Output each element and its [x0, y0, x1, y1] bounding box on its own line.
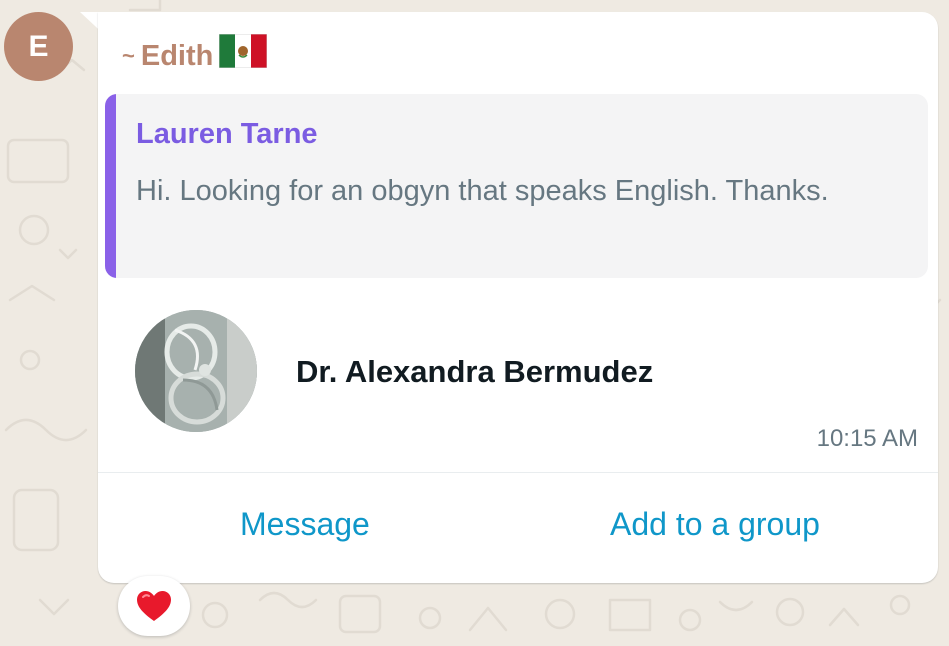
action-divider — [98, 472, 938, 473]
sender-initial: E — [28, 29, 49, 63]
reaction-badge[interactable] — [118, 576, 190, 636]
quote-author: Lauren Tarne — [136, 118, 318, 150]
mexico-flag-icon — [219, 34, 268, 68]
contact-photo[interactable] — [135, 310, 257, 432]
quote-accent-bar — [105, 94, 116, 278]
message-contact-button[interactable]: Message — [240, 506, 370, 543]
quoted-message[interactable]: Lauren Tarne Hi. Looking for an obgyn th… — [105, 94, 928, 278]
sender-prefix: ~ — [122, 43, 135, 68]
sender-name[interactable]: Edith — [141, 40, 214, 73]
contact-photo-image — [135, 310, 257, 432]
red-heart-icon — [137, 591, 171, 621]
add-to-group-button[interactable]: Add to a group — [610, 506, 820, 543]
sender-avatar[interactable]: E — [4, 12, 73, 81]
sender-row[interactable]: ~ Edith — [122, 34, 268, 76]
message-timestamp: 10:15 AM — [816, 425, 918, 452]
quote-text: Hi. Looking for an obgyn that speaks Eng… — [136, 175, 829, 207]
contact-name[interactable]: Dr. Alexandra Bermudez — [296, 354, 653, 390]
message-bubble[interactable]: ~ Edith Lauren Tarne Hi. Looking for an … — [98, 12, 938, 583]
